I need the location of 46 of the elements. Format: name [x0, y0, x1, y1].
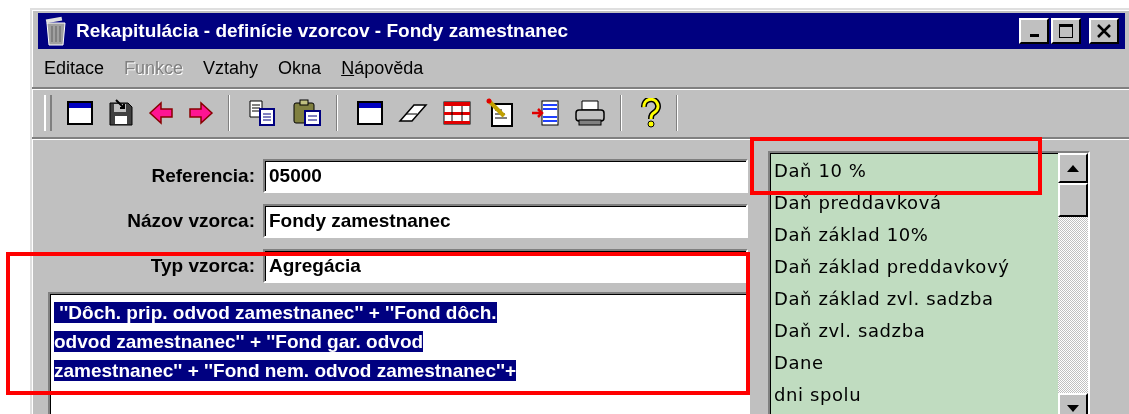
left-arrow-icon[interactable]	[148, 100, 174, 126]
up-arrow-icon	[1067, 164, 1079, 172]
window-icon[interactable]	[66, 100, 94, 126]
close-icon	[1097, 24, 1111, 38]
list-item[interactable]: Daň preddavková	[774, 192, 942, 213]
save-icon[interactable]	[108, 99, 134, 127]
right-arrow-icon[interactable]	[188, 100, 214, 126]
menu-item[interactable]: Editace	[44, 57, 105, 79]
minimize-button[interactable]	[1019, 18, 1049, 44]
field-label: Referencia:	[150, 165, 255, 187]
list-item[interactable]: Daň základ zvl. sadzba	[774, 288, 994, 309]
maximize-icon	[1058, 23, 1074, 39]
field-label: Typ vzorca:	[149, 255, 255, 277]
list-item[interactable]: dni spolu	[774, 384, 862, 405]
text-field[interactable]: 05000	[263, 159, 748, 193]
menu-item[interactable]: Okna	[278, 57, 322, 79]
copy-icon[interactable]	[248, 99, 278, 127]
menu-item[interactable]: Vztahy	[203, 57, 259, 79]
table-icon[interactable]	[442, 100, 472, 126]
list-item[interactable]: Daň 10 %	[774, 160, 867, 181]
minimize-icon	[1029, 34, 1039, 37]
window-icon[interactable]	[356, 100, 384, 126]
list-item[interactable]: Dane	[774, 352, 824, 373]
down-arrow-icon	[1067, 404, 1079, 412]
trash-can-icon	[44, 16, 68, 46]
formula-text-area[interactable]: ''Dôch. prip. odvod zamestnanec'' + ''Fond dôch. odvod zamestnanec'' + ''Fond gar. odvod zamestnanec'' + ''Fond nem. odvod zamestnanec''+	[48, 292, 750, 414]
toolbar-grip[interactable]	[44, 95, 52, 131]
edit-document-icon[interactable]	[486, 98, 516, 128]
list-item[interactable]: Daň zvl. sadzba	[774, 320, 926, 341]
maximize-button[interactable]	[1051, 18, 1081, 44]
list-item[interactable]: Daň základ preddavkový	[774, 256, 1010, 277]
scroll-up-button[interactable]	[1058, 153, 1088, 183]
text-field[interactable]: Fondy zamestnanec	[263, 204, 748, 238]
close-button[interactable]	[1089, 18, 1119, 44]
printer-icon[interactable]	[574, 99, 606, 127]
window-title: Rekapitulácia - definície vzorcov - Fondy zamestnanec	[76, 20, 570, 42]
scroll-down-button[interactable]	[1058, 393, 1088, 414]
insert-list-icon[interactable]	[530, 99, 560, 127]
field-label: Názov vzorca:	[126, 210, 255, 232]
help-icon[interactable]	[640, 98, 662, 128]
clipboard-icon[interactable]	[292, 99, 322, 127]
menu-item[interactable]: Nápověda	[341, 57, 424, 79]
eraser-icon[interactable]	[398, 101, 428, 125]
list-item[interactable]: Daň základ 10%	[774, 224, 929, 245]
scroll-thumb[interactable]	[1058, 183, 1088, 217]
scrollbar[interactable]	[1058, 153, 1088, 414]
